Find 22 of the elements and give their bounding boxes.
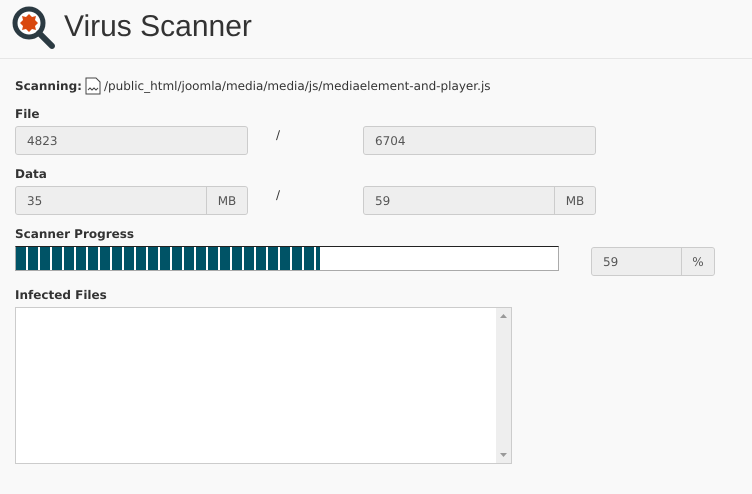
separator: /	[275, 128, 282, 142]
infected-files-label: Infected Files	[15, 288, 108, 302]
file-total-field: 6704	[363, 126, 596, 155]
scanning-label: Scanning:	[15, 79, 82, 93]
file-count-field: 4823	[15, 126, 248, 155]
scanning-path: /public_html/joomla/media/media/js/mediaelement-and-player.js	[104, 79, 491, 93]
scroll-down-icon[interactable]	[500, 453, 507, 457]
file-label: File	[15, 107, 41, 121]
virus-search-icon	[10, 4, 56, 50]
data-scanned-field: 35 MB	[15, 186, 248, 215]
file-icon	[84, 77, 101, 95]
page-title: Virus Scanner	[64, 10, 252, 44]
data-label: Data	[15, 167, 48, 181]
unit-label: MB	[206, 187, 247, 214]
separator: /	[275, 188, 282, 202]
scrollbar[interactable]	[496, 308, 511, 463]
progress-label: Scanner Progress	[15, 227, 136, 241]
unit-label: %	[681, 248, 714, 275]
progress-percent-field: 59 %	[591, 247, 715, 276]
data-total-field: 59 MB	[363, 186, 596, 215]
unit-label: MB	[554, 187, 595, 214]
scroll-up-icon[interactable]	[500, 314, 507, 318]
